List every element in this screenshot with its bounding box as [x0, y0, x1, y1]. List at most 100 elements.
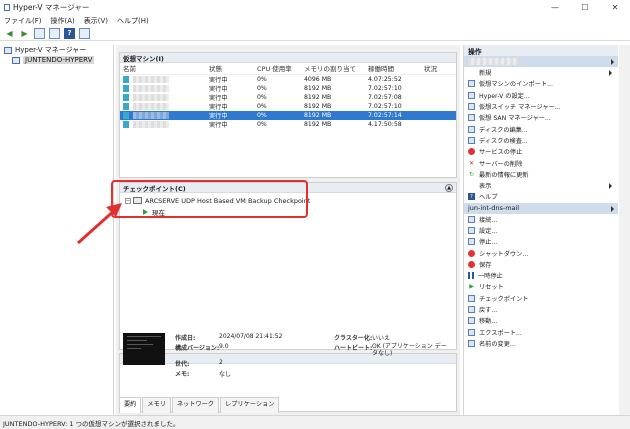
- status-bar: JUNTENDO-HYPERV: 1 つの仮想マシンが選択されました。: [0, 415, 630, 429]
- action-pause[interactable]: 一時停止: [464, 270, 618, 281]
- vm-status: [421, 84, 456, 93]
- show-tree-icon[interactable]: [49, 27, 60, 39]
- tree-root-hyperv-manager[interactable]: Hyper-V マネージャー: [0, 45, 113, 55]
- col-memory[interactable]: メモリの割り当て: [301, 63, 365, 75]
- tab-memory[interactable]: メモリ: [142, 397, 171, 413]
- action-vsan-manager[interactable]: 仮想 SAN マネージャー...: [464, 112, 618, 123]
- action-checkpoint[interactable]: チェックポイント: [464, 293, 618, 304]
- vm-row[interactable]: 実行中 0% 8192 MB 7.02:57:10: [120, 84, 456, 93]
- export-icon: [468, 328, 475, 336]
- expand-icon: [611, 59, 614, 65]
- stop-icon: [468, 238, 475, 246]
- col-uptime[interactable]: 稼働時間: [365, 63, 421, 75]
- action-new[interactable]: 新規: [464, 67, 618, 78]
- action-connect[interactable]: 接続...: [464, 214, 618, 225]
- created-value: 2024/07/08 21:41:52: [219, 333, 283, 340]
- tab-network[interactable]: ネットワーク: [171, 397, 220, 413]
- server-name-redacted: [468, 58, 518, 65]
- server-icon: [12, 56, 20, 64]
- col-status[interactable]: 状況: [421, 63, 456, 75]
- vm-cpu: 0%: [257, 75, 267, 83]
- vm-row-selected[interactable]: 実行中 0% 8192 MB 7.02:57:14: [120, 110, 456, 120]
- vm-settings-icon: [468, 227, 475, 234]
- maximize-button[interactable]: ☐: [570, 0, 600, 14]
- action-revert[interactable]: 戻す...: [464, 304, 618, 315]
- vm-row[interactable]: 実行中 0% 4096 MB 4.07:25:52: [120, 74, 456, 84]
- tree-server-node[interactable]: JUNTENDO-HYPERV: [0, 55, 113, 65]
- action-help[interactable]: ? ヘルプ: [464, 191, 618, 202]
- help-icon[interactable]: ?: [64, 27, 75, 39]
- menu-action[interactable]: 操作(A): [51, 16, 75, 26]
- action-inspect-disk[interactable]: ディスクの検査...: [464, 135, 618, 146]
- up-folder-icon[interactable]: [34, 27, 45, 39]
- action-reset[interactable]: ▶ リセット: [464, 281, 618, 292]
- actions-server-header[interactable]: [464, 56, 618, 67]
- annotation-arrow-icon: [76, 203, 122, 245]
- rename-icon: [468, 339, 475, 347]
- actions-vm-header[interactable]: jun-int-dns-mail: [464, 202, 618, 214]
- action-remove-server[interactable]: ✕ サーバーの削除: [464, 157, 618, 168]
- refresh-icon: ↻: [468, 170, 475, 178]
- actions-scrollbar[interactable]: [619, 45, 630, 415]
- vm-status: [421, 93, 456, 102]
- memo-label: メモ:: [175, 371, 190, 378]
- action-stop-service[interactable]: サービスの停止: [464, 146, 618, 157]
- menu-file[interactable]: ファイル(F): [4, 16, 42, 26]
- vm-uptime: 7.02:57:08: [368, 93, 402, 101]
- action-import-vm[interactable]: 仮想マシンのインポート...: [464, 78, 618, 89]
- menu-view[interactable]: 表示(V): [84, 16, 108, 26]
- col-name[interactable]: 名前: [120, 63, 206, 75]
- action-save[interactable]: 保存: [464, 259, 618, 270]
- forward-arrow-icon[interactable]: ▶: [19, 28, 30, 39]
- menu-help[interactable]: ヘルプ(H): [117, 16, 149, 26]
- col-state[interactable]: 状態: [206, 63, 254, 75]
- edit-disk-icon: [468, 125, 475, 133]
- action-move[interactable]: 移動...: [464, 315, 618, 326]
- back-arrow-icon[interactable]: ◀: [4, 28, 15, 39]
- show-action-pane-icon[interactable]: [79, 27, 90, 39]
- action-rename[interactable]: 名前の変更...: [464, 338, 618, 349]
- action-settings[interactable]: 設定...: [464, 225, 618, 236]
- vm-memory: 4096 MB: [304, 75, 332, 83]
- tab-replication[interactable]: レプリケーション: [220, 397, 280, 413]
- vm-thumbnail: [123, 333, 165, 365]
- vm-state: 実行中: [206, 110, 254, 120]
- vm-memory: 8192 MB: [304, 102, 332, 110]
- collapse-icon[interactable]: ▲: [445, 184, 453, 192]
- vm-row[interactable]: 実行中 0% 8192 MB 7.02:57:10: [120, 102, 456, 111]
- vm-row[interactable]: 実行中 0% 8192 MB 7.02:57:08: [120, 93, 456, 102]
- vm-memory: 8192 MB: [304, 120, 332, 128]
- heartbeat-value: OK (アプリケーション データなし): [372, 343, 447, 357]
- vm-icon: [123, 75, 129, 83]
- tab-summary[interactable]: 要約: [119, 397, 142, 413]
- actions-title: 操作: [464, 45, 618, 56]
- inspect-disk-icon: [468, 136, 475, 144]
- vm-row[interactable]: 実行中 0% 8192 MB 4.17:50:58: [120, 120, 456, 129]
- action-stop[interactable]: 停止...: [464, 236, 618, 247]
- vm-uptime: 7.02:57:10: [368, 102, 402, 110]
- vm-status: [421, 102, 456, 111]
- vm-uptime: 7.02:57:14: [365, 110, 421, 120]
- action-export[interactable]: エクスポート...: [464, 327, 618, 338]
- reset-icon: ▶: [469, 283, 474, 291]
- vm-cpu: 0%: [257, 84, 267, 92]
- action-refresh[interactable]: ↻ 最新の情報に更新: [464, 169, 618, 180]
- close-button[interactable]: ✕: [600, 0, 630, 14]
- col-cpu[interactable]: CPU 使用率: [254, 63, 301, 75]
- revert-icon: [468, 306, 475, 314]
- checkpoint-highlight-box: [111, 180, 308, 218]
- memo-value: なし: [219, 371, 232, 378]
- action-view[interactable]: 表示: [464, 180, 618, 191]
- title-bar: Hyper-V マネージャー — ☐ ✕: [0, 0, 630, 14]
- vm-uptime: 7.02:57:10: [368, 84, 402, 92]
- action-hyperv-settings[interactable]: Hyper-V の設定...: [464, 90, 618, 101]
- san-icon: [468, 114, 475, 122]
- action-vswitch-manager[interactable]: 仮想スイッチ マネージャー...: [464, 101, 618, 112]
- tree-root-label: Hyper-V マネージャー: [15, 46, 87, 54]
- action-edit-disk[interactable]: ディスクの編集...: [464, 123, 618, 134]
- action-shutdown[interactable]: シャットダウン...: [464, 247, 618, 258]
- minimize-button[interactable]: —: [540, 0, 570, 14]
- vm-status: [421, 110, 456, 120]
- vm-panel-header: 仮想マシン(I): [120, 53, 456, 63]
- actions-pane: 操作 新規 仮想マシンのインポート... Hyper-V の設定... 仮想スイ…: [463, 45, 618, 415]
